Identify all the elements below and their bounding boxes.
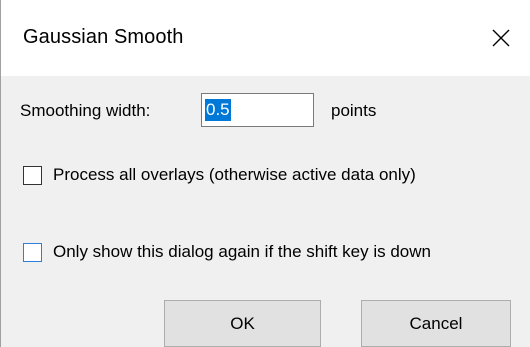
process-overlays-checkbox[interactable]: [23, 166, 42, 185]
shift-key-label[interactable]: Only show this dialog again if the shift…: [53, 242, 431, 262]
close-icon: [492, 29, 510, 47]
ok-button[interactable]: OK: [164, 300, 321, 347]
smoothing-width-label: Smoothing width:: [20, 101, 151, 120]
title-bar: Gaussian Smooth: [1, 0, 530, 76]
points-unit-label: points: [331, 101, 377, 120]
smoothing-width-input[interactable]: 0.5: [201, 93, 314, 127]
dialog-title: Gaussian Smooth: [23, 26, 184, 48]
gaussian-smooth-dialog: Gaussian Smooth Smoothing width: 0.5 poi…: [0, 0, 530, 347]
smoothing-width-value: 0.5: [205, 99, 231, 121]
cancel-button[interactable]: Cancel: [361, 300, 511, 347]
process-overlays-label[interactable]: Process all overlays (otherwise active d…: [53, 165, 416, 185]
close-button[interactable]: [471, 0, 530, 76]
shift-key-checkbox[interactable]: [23, 243, 42, 262]
